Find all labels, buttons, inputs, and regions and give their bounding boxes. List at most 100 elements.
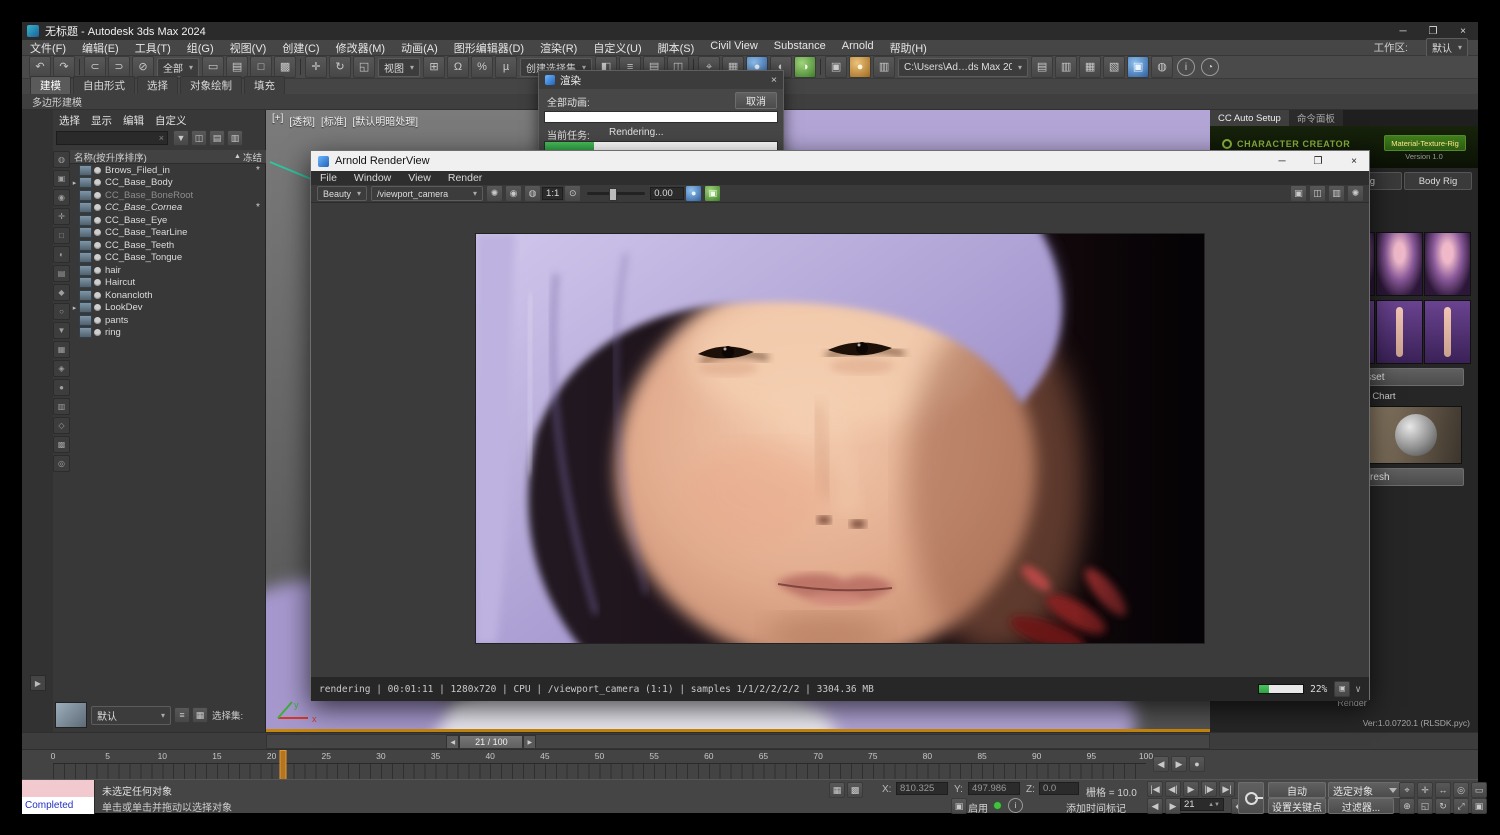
arnold-minimize-button[interactable]: ─ <box>1267 151 1297 171</box>
icon-button[interactable]: ▩ <box>847 782 863 798</box>
track-bar[interactable]: 0 5 10 15 20 25 30 35 40 45 50 55 60 65 70 75 80 85 90 95 10… <box>22 749 1478 780</box>
explorer-menu-0[interactable]: 选择 <box>59 113 80 128</box>
icon-button[interactable]: ▥ <box>53 398 70 415</box>
menu-item-12[interactable]: Civil View <box>710 40 757 56</box>
icon-button[interactable]: ◍ <box>53 151 70 168</box>
icon-button[interactable]: ◑ <box>794 56 817 78</box>
explorer-menu-3[interactable]: 自定义 <box>155 113 187 128</box>
scene-row[interactable]: ring <box>70 327 266 340</box>
time-tag-label[interactable]: 添加时间标记 <box>1066 800 1126 815</box>
arnold-menu-3[interactable]: Render <box>448 172 482 184</box>
explorer-menu-1[interactable]: 显示 <box>91 113 112 128</box>
icon-button[interactable]: ◱ <box>1417 798 1433 814</box>
icon-button[interactable]: Ω <box>447 56 470 78</box>
icon-button[interactable]: ▣ <box>1127 56 1150 78</box>
icon-button[interactable]: ▭ <box>202 56 225 78</box>
icon-button[interactable]: ○ <box>53 303 70 320</box>
icon-button[interactable]: ✛ <box>53 208 70 225</box>
icon-button[interactable]: ▦ <box>829 782 845 798</box>
zoom-ratio-label[interactable]: 1:1 <box>542 187 564 200</box>
scene-row[interactable]: hair <box>70 264 266 277</box>
icon-button[interactable]: ⊃ <box>108 56 130 78</box>
icon-button[interactable]: ▩ <box>274 56 297 78</box>
icon-button[interactable]: ◀ <box>1147 798 1163 814</box>
icon-button[interactable]: ↔ <box>1435 782 1451 798</box>
menu-item-13[interactable]: Substance <box>774 40 826 56</box>
menu-item-9[interactable]: 渲染(R) <box>540 40 577 56</box>
icon-button[interactable]: ⊙ <box>564 185 582 202</box>
arnold-close-button[interactable]: × <box>1339 151 1369 171</box>
next-frame-button[interactable]: ▶ <box>523 735 537 749</box>
time-slider-grip[interactable]: 21 / 100 <box>459 735 524 749</box>
icon-button[interactable]: ✛ <box>1417 782 1433 798</box>
arnold-menu-1[interactable]: Window <box>354 172 391 184</box>
icon-button[interactable]: ⤢ <box>1453 798 1469 814</box>
menu-item-0[interactable]: 文件(F) <box>30 40 66 56</box>
ribbon-panel-title[interactable]: 多边形建模 <box>32 94 82 109</box>
z-coordinate-field[interactable]: 0.0 <box>1039 782 1079 795</box>
project-path-combo[interactable]: C:\Users\Ad…ds Max 202…▾ <box>898 57 1029 77</box>
icon-button[interactable]: ● <box>1189 756 1205 772</box>
icon-button[interactable]: µ <box>495 56 518 78</box>
icon-button[interactable]: ▦ <box>53 341 70 358</box>
character-thumbnail[interactable] <box>1424 232 1471 296</box>
arnold-titlebar[interactable]: Arnold RenderView ─ ❐ × <box>311 151 1369 171</box>
expand-panel-button[interactable]: ▶ <box>30 675 46 691</box>
maxscript-mini-listener[interactable]: Completed <box>22 780 95 814</box>
menu-item-4[interactable]: 视图(V) <box>230 40 267 56</box>
current-frame-field[interactable]: 21 ▲▼ <box>1180 798 1224 811</box>
scene-row[interactable]: Konancloth <box>70 289 266 302</box>
selected-objects-combo[interactable]: 选定对象 <box>1328 782 1402 798</box>
menu-item-15[interactable]: 帮助(H) <box>890 40 927 56</box>
info-icon[interactable]: i <box>1008 798 1023 813</box>
icon-button[interactable]: ◈ <box>53 360 70 377</box>
key-filters-button[interactable]: 过滤器... <box>1328 798 1394 814</box>
icon-button[interactable]: ▧ <box>1103 56 1126 78</box>
icon-button[interactable]: ▤ <box>53 265 70 282</box>
icon-button[interactable]: ◀ <box>1153 756 1169 772</box>
icon-button[interactable]: ▤ <box>1031 56 1054 78</box>
viewport-label-0[interactable]: [+] <box>272 113 283 128</box>
render-enable-icon[interactable]: ▣ <box>951 798 967 814</box>
menu-item-7[interactable]: 动画(A) <box>401 40 438 56</box>
icon-button[interactable]: ⌖ <box>1399 782 1415 798</box>
icon-button[interactable]: ▣ <box>825 56 848 78</box>
menu-item-11[interactable]: 脚本(S) <box>658 40 695 56</box>
icon-button[interactable]: ◱ <box>353 56 376 78</box>
scene-row[interactable]: ▸ CC_Base_Body <box>70 177 266 190</box>
ribbon-tab-4[interactable]: 填充 <box>244 76 285 94</box>
menu-item-5[interactable]: 创建(C) <box>282 40 319 56</box>
listener-macro-row[interactable] <box>22 780 94 797</box>
info-icon[interactable]: i <box>1177 58 1196 76</box>
icon-button[interactable]: ↷ <box>53 56 75 78</box>
icon-button[interactable]: ◫ <box>1309 185 1326 202</box>
time-slider-track[interactable]: ◀ 21 / 100 ▶ <box>266 734 1210 749</box>
icon-button[interactable]: ▤ <box>226 56 249 78</box>
arnold-menu-0[interactable]: File <box>320 172 337 184</box>
icon-button[interactable]: ▩ <box>53 436 70 453</box>
icon-button[interactable]: ⊕ <box>1399 798 1415 814</box>
icon-button[interactable]: ▦ <box>192 707 208 723</box>
body-rig-tab[interactable]: Body Rig <box>1404 172 1472 190</box>
icon-button[interactable]: ▶ <box>1165 798 1181 814</box>
viewport-label-1[interactable]: [透视] <box>289 113 315 128</box>
icon-button[interactable]: ◐ <box>53 246 70 263</box>
icon-button[interactable]: ▶| <box>1219 781 1235 797</box>
help-ring-icon[interactable]: ◔ <box>1201 58 1220 76</box>
icon-button[interactable]: ▦ <box>1079 56 1102 78</box>
icon-button[interactable]: ◇ <box>53 417 70 434</box>
character-body-thumbnail[interactable] <box>1376 300 1423 364</box>
icon-button[interactable]: ◍ <box>524 185 542 202</box>
reference-coordinate-combo[interactable]: 视图 ▾ <box>378 57 421 77</box>
menu-item-2[interactable]: 工具(T) <box>135 40 171 56</box>
icon-button[interactable]: ↻ <box>1435 798 1451 814</box>
menu-item-8[interactable]: 图形编辑器(D) <box>454 40 524 56</box>
scene-row[interactable]: CC_Base_BoneRoot <box>70 189 266 202</box>
explorer-column-header[interactable]: 名称(按升序排序) ▲ 冻结 <box>70 150 266 164</box>
icon-button[interactable]: □ <box>250 56 273 78</box>
icon-button[interactable]: ▶ <box>1171 756 1187 772</box>
icon-button[interactable]: ▣ <box>704 185 722 202</box>
icon-button[interactable]: ◉ <box>505 185 523 202</box>
clear-search-icon[interactable]: × <box>159 133 164 143</box>
icon-button[interactable]: ▥ <box>873 56 896 78</box>
